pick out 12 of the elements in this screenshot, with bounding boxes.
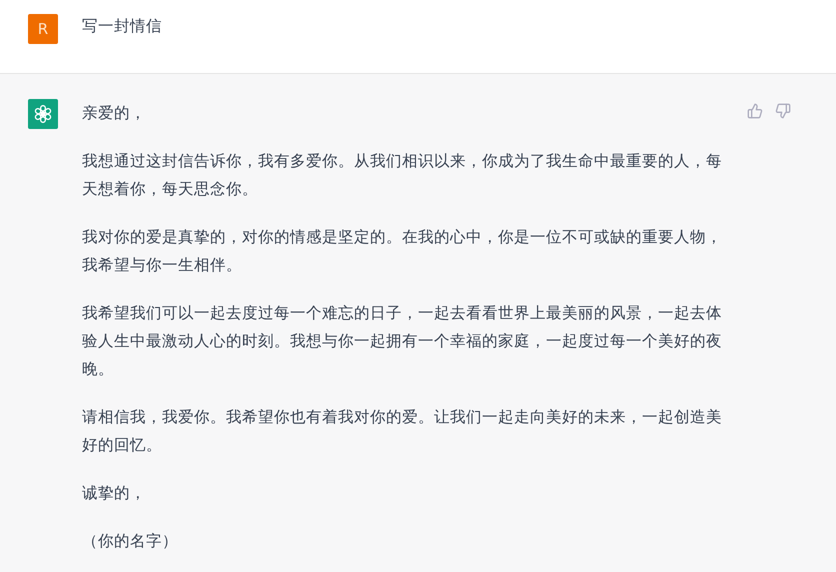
- reply-paragraph: （你的名字）: [82, 531, 179, 552]
- knot-icon: [33, 104, 53, 124]
- prompt-text: 写一封情信: [82, 16, 163, 37]
- reply-paragraph: 亲爱的，: [82, 103, 147, 124]
- reply-paragraph: 我对你的爱是真挚的，对你的情感是坚定的。在我的心中，你是一位不可或缺的重要人物，我希望与你一生相伴。: [82, 227, 723, 276]
- user-avatar: R: [28, 14, 58, 44]
- reply-paragraph: 我希望我们可以一起去度过每一个难忘的日子，一起去看看世界上最美丽的风景，一起去体验人生中最激动人心的时刻。我想与你一起拥有一个幸福的家庭，一起度过每一个美好的夜晚。: [82, 303, 723, 380]
- thumbs-down-icon[interactable]: [775, 103, 791, 119]
- thumbs-up-icon[interactable]: [747, 103, 763, 119]
- reply-paragraph: 请相信我，我爱你。我希望你也有着我对你的爱。让我们一起走向美好的未来，一起创造美好的回忆。: [82, 407, 723, 456]
- reply-paragraph: 诚挚的，: [82, 483, 147, 504]
- reply-paragraph: 我想通过这封信告诉你，我有多爱你。从我们相识以来，你成为了我生命中最重要的人，每天想着你，每天思念你。: [82, 151, 723, 200]
